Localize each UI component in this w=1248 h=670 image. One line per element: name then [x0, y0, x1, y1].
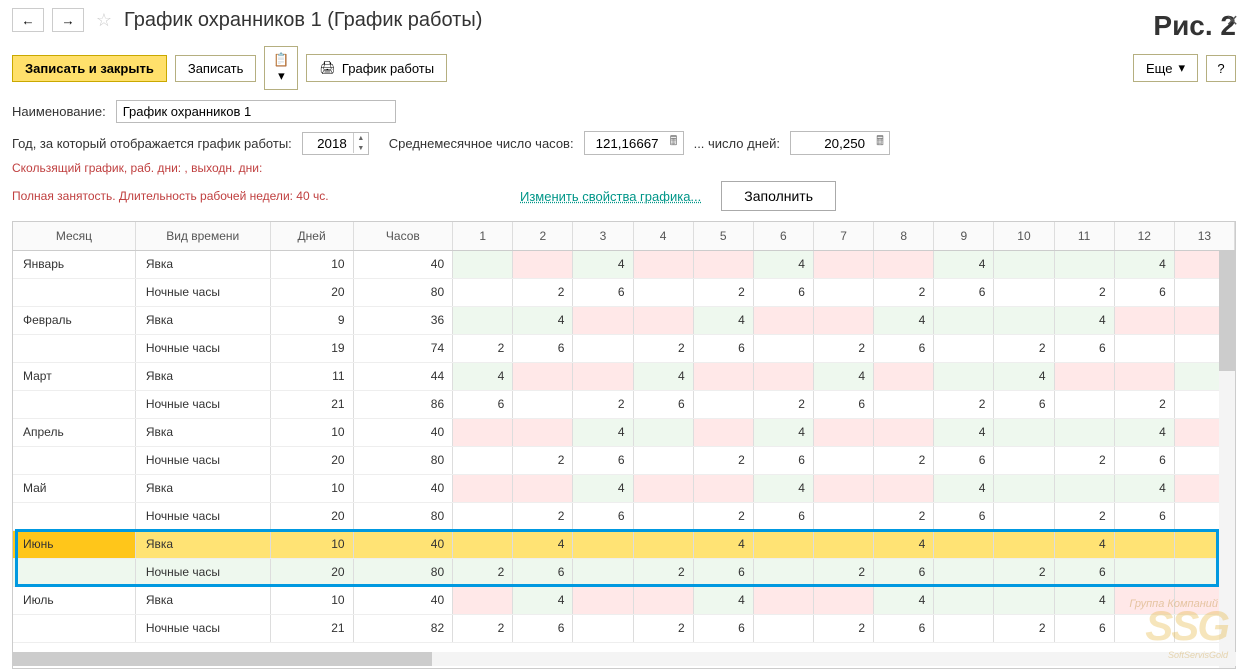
calc-icon[interactable]: 🖩: [665, 132, 683, 154]
days-label: ... число дней:: [694, 136, 780, 151]
spin-down-icon[interactable]: ▼: [354, 143, 368, 153]
table-row[interactable]: Ночные часы208026262626: [13, 502, 1235, 530]
year-input[interactable]: [303, 133, 353, 154]
col-header[interactable]: 4: [633, 222, 693, 250]
attach-button[interactable]: 📋▾: [264, 46, 298, 90]
forward-button[interactable]: →: [52, 8, 84, 32]
hours-label: Среднемесячное число часов:: [389, 136, 574, 151]
table-row[interactable]: МартЯвка114444444: [13, 362, 1235, 390]
schedule-table-container: МесяцВид времениДнейЧасов123456789101112…: [12, 221, 1236, 669]
table-row[interactable]: Ночные часы2186626262626: [13, 390, 1235, 418]
col-header[interactable]: 13: [1174, 222, 1234, 250]
col-header[interactable]: 6: [753, 222, 813, 250]
save-close-button[interactable]: Записать и закрыть: [12, 55, 167, 82]
figure-label: Рис. 2×: [1153, 10, 1236, 42]
table-row[interactable]: Ночные часы1974262626262: [13, 334, 1235, 362]
col-header[interactable]: Дней: [270, 222, 353, 250]
avg-hours-input[interactable]: [585, 133, 665, 154]
col-header[interactable]: Месяц: [13, 222, 135, 250]
col-header[interactable]: 12: [1114, 222, 1174, 250]
table-row[interactable]: АпрельЯвка10404444: [13, 418, 1235, 446]
name-label: Наименование:: [12, 104, 106, 119]
table-row[interactable]: ИюньЯвка10404444: [13, 530, 1235, 558]
printer-icon: 🖨: [319, 60, 336, 76]
table-row[interactable]: ЯнварьЯвка10404444: [13, 250, 1235, 278]
calc-icon[interactable]: 🖩: [871, 132, 889, 154]
table-row[interactable]: ФевральЯвка9364444: [13, 306, 1235, 334]
schedule-info-line2: Полная занятость. Длительность рабочей н…: [12, 189, 329, 203]
more-button[interactable]: Еще ▾: [1133, 54, 1198, 82]
avg-days-input[interactable]: [791, 133, 871, 154]
back-button[interactable]: ←: [12, 8, 44, 32]
vertical-scrollbar[interactable]: [1219, 251, 1235, 668]
col-header[interactable]: Часов: [353, 222, 453, 250]
col-header[interactable]: 11: [1054, 222, 1114, 250]
horizontal-scrollbar[interactable]: [12, 652, 1236, 666]
col-header[interactable]: 1: [453, 222, 513, 250]
table-row[interactable]: Ночные часы208026262626: [13, 278, 1235, 306]
year-spinner[interactable]: ▲▼: [302, 132, 369, 155]
col-header[interactable]: Вид времени: [135, 222, 270, 250]
spin-up-icon[interactable]: ▲: [354, 133, 368, 143]
year-label: Год, за который отображается график рабо…: [12, 136, 292, 151]
col-header[interactable]: 5: [693, 222, 753, 250]
col-header[interactable]: 7: [813, 222, 873, 250]
table-row[interactable]: Ночные часы208026262626: [13, 446, 1235, 474]
col-header[interactable]: 2: [513, 222, 573, 250]
help-button[interactable]: ?: [1206, 55, 1236, 82]
change-properties-link[interactable]: Изменить свойства графика...: [520, 189, 701, 204]
table-row[interactable]: Ночные часы2182262626262: [13, 614, 1235, 642]
save-button[interactable]: Записать: [175, 55, 257, 82]
table-row[interactable]: МайЯвка10404444: [13, 474, 1235, 502]
close-icon[interactable]: ×: [1226, 10, 1238, 33]
name-input[interactable]: [116, 100, 396, 123]
table-row[interactable]: ИюльЯвка10404444: [13, 586, 1235, 614]
col-header[interactable]: 3: [573, 222, 633, 250]
table-row[interactable]: Ночные часы2080262626262: [13, 558, 1235, 586]
favorite-star-icon[interactable]: ☆: [92, 10, 116, 31]
col-header[interactable]: 8: [874, 222, 934, 250]
schedule-table[interactable]: МесяцВид времениДнейЧасов123456789101112…: [13, 222, 1235, 643]
fill-button[interactable]: Заполнить: [721, 181, 836, 211]
page-title: График охранников 1 (График работы): [124, 9, 482, 32]
col-header[interactable]: 10: [994, 222, 1054, 250]
schedule-info-line1: Скользящий график, раб. дни: , выходн. д…: [0, 159, 1248, 177]
print-schedule-button[interactable]: 🖨График работы: [306, 54, 447, 82]
col-header[interactable]: 9: [934, 222, 994, 250]
